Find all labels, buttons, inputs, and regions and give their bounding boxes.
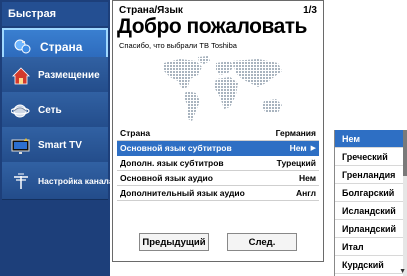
dropdown-option[interactable]: Итал xyxy=(335,238,407,256)
home-icon xyxy=(10,65,32,87)
primary-audio-language-value: Нем xyxy=(298,173,316,183)
dropdown-option[interactable]: Болгарский xyxy=(335,184,407,202)
country-language-panel: Страна/Язык 1/3 Добро пожаловать Спасибо… xyxy=(112,0,324,262)
scrollbar-thumb[interactable] xyxy=(403,130,407,176)
dropdown-option[interactable]: Ирландский xyxy=(335,220,407,238)
page-title: Добро пожаловать xyxy=(117,15,307,38)
country-value: Германия xyxy=(275,128,316,138)
page-subtitle: Спасибо, что выбрали ТВ Toshiba xyxy=(119,41,237,50)
sidebar-item-label: Размещение xyxy=(38,70,100,81)
sidebar-item-label: Сеть xyxy=(38,105,62,116)
dropdown-option[interactable]: Нем xyxy=(335,130,407,148)
secondary-subtitle-language-value: Турецкий xyxy=(276,158,316,168)
primary-audio-language-row[interactable]: Основной язык аудио Нем xyxy=(117,171,319,186)
secondary-audio-language-row[interactable]: Дополнительный язык аудио Англ xyxy=(117,186,319,201)
secondary-subtitle-language-label: Дополн. язык субтитров xyxy=(120,158,224,168)
chevron-right-icon: ▶ xyxy=(310,145,316,152)
dropdown-option[interactable]: Курдский xyxy=(335,256,407,274)
chevron-down-icon: ▼ xyxy=(399,268,406,275)
smart-tv-icon xyxy=(10,135,32,157)
network-icon xyxy=(10,100,32,122)
dropdown-scrollbar[interactable] xyxy=(403,130,407,276)
country-label: Страна xyxy=(120,128,151,138)
sidebar-item-label: Страна xyxy=(40,40,83,54)
antenna-icon xyxy=(10,170,32,192)
primary-subtitle-language-value: Нем xyxy=(289,143,307,153)
subtitle-language-dropdown[interactable]: Нем Греческий Гренландия Болгарский Исла… xyxy=(334,130,407,276)
dropdown-option[interactable]: Греческий xyxy=(335,148,407,166)
country-icon xyxy=(12,36,34,58)
settings-list: Страна Германия Основной язык субтитров … xyxy=(117,126,319,201)
next-button[interactable]: След. xyxy=(227,233,297,251)
sidebar-item-label: Настройка канала xyxy=(38,175,114,186)
sidebar-item-network[interactable]: Сеть xyxy=(2,92,108,130)
dropdown-option[interactable]: Гренландия xyxy=(335,166,407,184)
secondary-subtitle-language-row[interactable]: Дополн. язык субтитров Турецкий xyxy=(117,156,319,171)
sidebar-item-smart-tv[interactable]: Smart TV xyxy=(2,127,108,165)
country-row[interactable]: Страна Германия xyxy=(117,126,319,141)
sidebar-title: Быстрая установка xyxy=(2,2,108,44)
secondary-audio-language-value: Англ xyxy=(295,188,316,198)
dropdown-option[interactable]: Исландский xyxy=(335,202,407,220)
primary-subtitle-language-label: Основной язык субтитров xyxy=(120,143,232,153)
sidebar-item-label: Smart TV xyxy=(38,140,82,151)
sidebar-item-location[interactable]: Размещение xyxy=(2,57,108,95)
setup-sidebar: Быстрая установка Страна Размещение xyxy=(0,0,114,276)
world-map-icon xyxy=(164,56,282,121)
primary-subtitle-language-row[interactable]: Основной язык субтитров Нем ▶ xyxy=(117,141,319,156)
primary-audio-language-label: Основной язык аудио xyxy=(120,173,213,183)
previous-button[interactable]: Предыдущий xyxy=(139,233,209,251)
sidebar-item-channel-setup[interactable]: Настройка канала xyxy=(2,162,114,200)
secondary-audio-language-label: Дополнительный язык аудио xyxy=(120,188,245,198)
